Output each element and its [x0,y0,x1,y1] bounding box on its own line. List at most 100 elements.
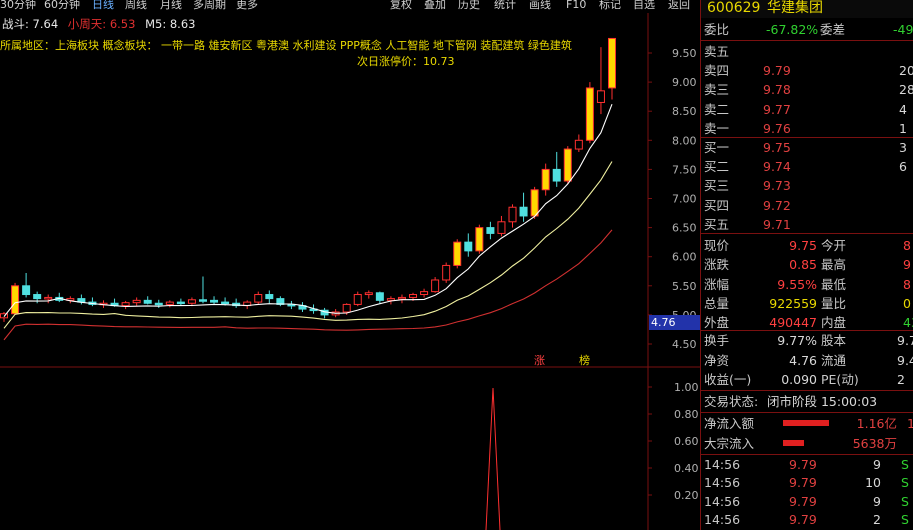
quote-value-2: 9 [903,257,911,273]
volume-tick-label: 1.00 [674,381,699,394]
candle-body [608,37,616,89]
candle-body [44,296,53,300]
quote-label: 外盘 [704,315,730,331]
bid-label: 买一 [704,140,730,155]
stock-header: 600629 华建集团 [701,0,913,18]
bid-level-5: 买五 9.71 [701,215,913,234]
candle-body [143,299,152,304]
fundamental-label-2: 股本 [821,333,847,348]
price-tick-label: 7.00 [672,193,697,206]
quote-row-3: 总量 922559 量比 0 [701,294,913,313]
fundamental-label: 收益(一) [704,372,752,387]
ask-level-1: 卖一 9.76 1 [701,119,913,138]
candle-body [386,298,395,301]
ask-price: 9.79 [763,63,791,79]
candle-body [563,148,572,182]
candle-body [342,303,351,313]
trade-status-label: 交易状态: [704,394,759,409]
candle-body [530,189,539,217]
tick-row-0: 14:56 9.79 9 S [701,455,913,474]
candle-body [497,221,506,234]
candle-body [442,264,451,281]
candle-body [486,227,495,234]
quote-label: 现价 [704,238,730,253]
candle-body [221,301,230,305]
candle-body [132,299,141,304]
ma20-line [3,229,613,341]
ask-label: 卖三 [704,82,730,98]
limit-up-badge[interactable]: 涨 [534,352,545,368]
fundamental-value: 4.76 [789,352,817,368]
tick-row-2: 14:56 9.79 9 S [701,492,913,511]
tick-side: S [901,475,909,491]
price-tick-label: 4.50 [672,338,697,351]
quote-value-2: 8 [903,276,911,292]
bid-price: 9.74 [763,159,791,175]
price-tick-label: 9.00 [672,76,697,89]
fundamental-value-2: 2 [897,372,905,387]
fundamental-label: 换手 [704,333,730,348]
candle-body [585,87,594,141]
ask-level-5: 卖五 [701,42,913,61]
concept-tags: 所属地区：上海板块 概念板块： 一带一路 雄安新区 粤港澳 水利建设 PPP概念… [0,39,572,52]
ask-level-2: 卖二 9.77 4 [701,100,913,119]
quote-value: 0.85 [789,257,817,273]
candle-body [33,294,42,300]
price-tick-label: 5.50 [672,280,697,293]
candle-body [22,285,31,296]
candle-body [464,241,473,252]
quote-value-2: 8 [903,238,911,253]
price-tick-label: 8.50 [672,105,697,118]
price-tick-label: 6.50 [672,222,697,235]
volume-spike [485,387,501,530]
fundamental-row-1: 净资 4.76 流通 9.4 [701,351,913,370]
tick-time: 14:56 [704,493,741,509]
price-tick-label: 7.50 [672,163,697,176]
volume-tick-label: 0.40 [674,462,699,475]
bid-price: 9.71 [763,216,791,232]
bid-volume: 3 [899,140,907,155]
bid-price: 9.72 [763,197,791,213]
quote-label-2: 今开 [821,238,847,253]
quote-row-2: 涨幅 9.55% 最低 8 [701,275,913,294]
trade-status-row: 交易状态: 闭市阶段 15:00:03 [701,392,913,411]
fundamental-label: 净资 [704,352,730,368]
current-price-marker: 4.76 [649,315,700,330]
quote-row-0: 现价 9.75 今开 8 [701,236,913,255]
fundamental-value-2: 9.4 [897,352,913,368]
candle-body [420,291,429,296]
fundamental-value-2: 9.7 [897,333,913,348]
bid-price: 9.75 [763,140,791,155]
ask-level-4: 卖四 9.79 20 [701,61,913,80]
kline-chart[interactable]: 9.509.008.508.007.507.006.506.005.505.00… [0,0,700,530]
flow-value: 1.16亿 [856,416,897,431]
price-tick-label: 6.00 [672,251,697,264]
candle-body [519,206,528,217]
flow-bar [783,420,829,426]
indicator-m5: M5: 8.63 [145,17,196,31]
bid-level-3: 买三 9.73 [701,176,913,195]
quote-value: 9.55% [777,276,817,292]
candle-body [187,299,196,304]
candle-body [364,292,373,296]
bid-label: 买四 [704,197,730,213]
candle-body [198,299,207,302]
price-tick-label: 8.00 [672,134,697,147]
ask-price: 9.77 [763,101,791,117]
bid-volume: 6 [899,159,907,175]
next-limit-price: 次日涨停价：10.73 [357,55,455,68]
tick-time: 14:56 [704,511,741,527]
rank-badge[interactable]: 榜 [579,352,590,368]
bid-label: 买五 [704,216,730,232]
candle-body [375,292,384,301]
candle-body [508,206,517,223]
ask-label: 卖五 [704,44,730,59]
flow-value: 5638万 [852,435,897,451]
ask-label: 卖一 [704,120,730,136]
quote-label: 总量 [704,295,730,311]
price-tick-label: 9.50 [672,47,697,60]
candle-body [409,294,418,298]
flow-row-1: 大宗流入 5638万 [701,434,913,453]
bid-label: 买二 [704,159,730,175]
committee-ratio-label: 委比 [704,22,730,37]
